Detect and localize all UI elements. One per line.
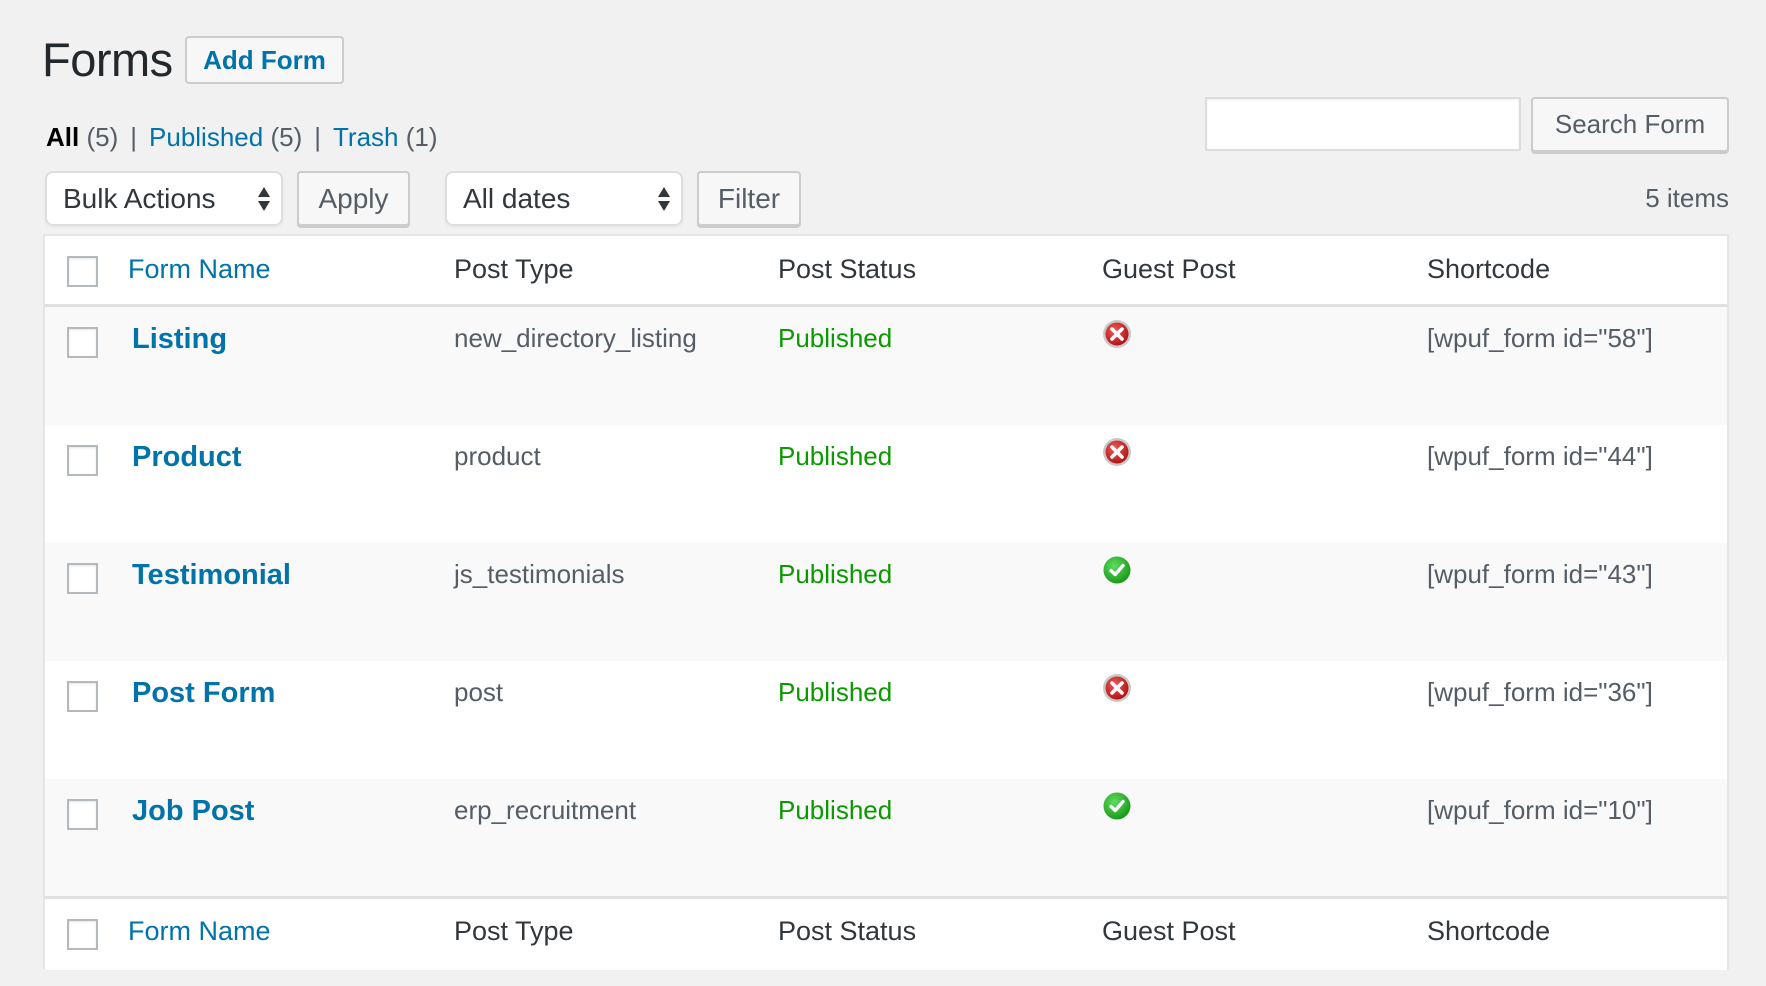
form-name-link[interactable]: Testimonial (132, 559, 291, 592)
shortcode-value: [wpuf_form id="43"] (1427, 559, 1653, 589)
shortcode-value: [wpuf_form id="58"] (1427, 323, 1653, 353)
post-status-value: Published (778, 795, 893, 825)
post-type-value: new_directory_listing (454, 323, 697, 353)
row-checkbox[interactable] (67, 445, 98, 476)
filter-trash-link[interactable]: Trash (333, 122, 399, 153)
table-footer: Form Name Post Type Post Status Guest Po… (45, 896, 1727, 970)
column-header-form-name[interactable]: Form Name (128, 254, 271, 285)
post-status-value: Published (778, 559, 893, 589)
form-name-link[interactable]: Job Post (132, 795, 254, 828)
column-footer-post-status: Post Status (778, 916, 917, 946)
table-row: Job Post erp_recruitment Published [wpuf_fo… (45, 779, 1727, 897)
select-all-checkbox-footer[interactable] (67, 919, 98, 950)
shortcode-value: [wpuf_form id="10"] (1427, 795, 1653, 825)
table-row: Testimonial js_testimonials Published [wpuf… (45, 543, 1727, 661)
add-form-button[interactable]: Add Form (185, 36, 344, 84)
bulk-actions-value: Bulk Actions (63, 182, 216, 214)
row-checkbox[interactable] (67, 327, 98, 358)
column-header-shortcode: Shortcode (1427, 254, 1551, 284)
form-name-link[interactable]: Product (132, 441, 242, 474)
post-type-value: js_testimonials (454, 559, 625, 589)
column-footer-shortcode: Shortcode (1427, 916, 1551, 946)
filter-all-count: (5) (86, 122, 119, 152)
column-footer-guest-post: Guest Post (1102, 916, 1236, 946)
page-title: Forms (42, 33, 173, 86)
dates-value: All dates (463, 182, 571, 214)
row-checkbox[interactable] (67, 799, 98, 830)
row-checkbox[interactable] (67, 681, 98, 712)
filter-separator: | (130, 122, 138, 152)
select-arrows-icon (658, 186, 670, 211)
status-filter-links: All (5) | Published (5) | Trash (1) (46, 122, 438, 153)
column-footer-post-type: Post Type (454, 916, 574, 946)
bulk-actions-select[interactable]: Bulk Actions (45, 171, 283, 226)
filter-trash-count: (1) (405, 122, 438, 152)
forms-table: Form Name Post Type Post Status Guest Po… (43, 234, 1729, 970)
post-status-value: Published (778, 441, 893, 471)
column-header-post-status: Post Status (778, 254, 917, 284)
column-header-guest-post: Guest Post (1102, 254, 1236, 284)
select-arrows-icon (258, 186, 270, 211)
search-input[interactable] (1205, 97, 1521, 151)
x-circle-icon (1102, 437, 1132, 467)
table-row: Product product Published [wpuf_form id="44… (45, 425, 1727, 543)
post-type-value: product (454, 441, 541, 471)
select-all-checkbox[interactable] (67, 256, 98, 287)
filter-published-count: (5) (270, 122, 303, 152)
dates-select[interactable]: All dates (445, 171, 683, 226)
apply-button[interactable]: Apply (297, 171, 410, 226)
search-form-button[interactable]: Search Form (1531, 97, 1729, 152)
x-circle-icon (1102, 319, 1132, 349)
items-count: 5 items (1645, 183, 1729, 213)
check-circle-icon (1102, 555, 1132, 585)
filter-published-link[interactable]: Published (149, 122, 263, 153)
post-status-value: Published (778, 323, 893, 353)
shortcode-value: [wpuf_form id="36"] (1427, 677, 1653, 707)
shortcode-value: [wpuf_form id="44"] (1427, 441, 1653, 471)
x-circle-icon (1102, 673, 1132, 703)
table-row: Listing new_directory_listing Published [wp… (45, 307, 1727, 425)
post-type-value: erp_recruitment (454, 795, 637, 825)
table-header: Form Name Post Type Post Status Guest Po… (45, 236, 1727, 307)
form-name-link[interactable]: Listing (132, 323, 227, 356)
filter-button[interactable]: Filter (697, 171, 801, 226)
filter-separator: | (314, 122, 321, 152)
post-status-value: Published (778, 677, 893, 707)
form-name-link[interactable]: Post Form (132, 677, 275, 710)
check-circle-icon (1102, 791, 1132, 821)
row-checkbox[interactable] (67, 563, 98, 594)
post-type-value: post (454, 677, 504, 707)
filter-all-label[interactable]: All (46, 122, 79, 153)
column-footer-form-name[interactable]: Form Name (128, 916, 271, 947)
column-header-post-type: Post Type (454, 254, 574, 284)
table-row: Post Form post Published [wpuf_form id="36"… (45, 661, 1727, 779)
